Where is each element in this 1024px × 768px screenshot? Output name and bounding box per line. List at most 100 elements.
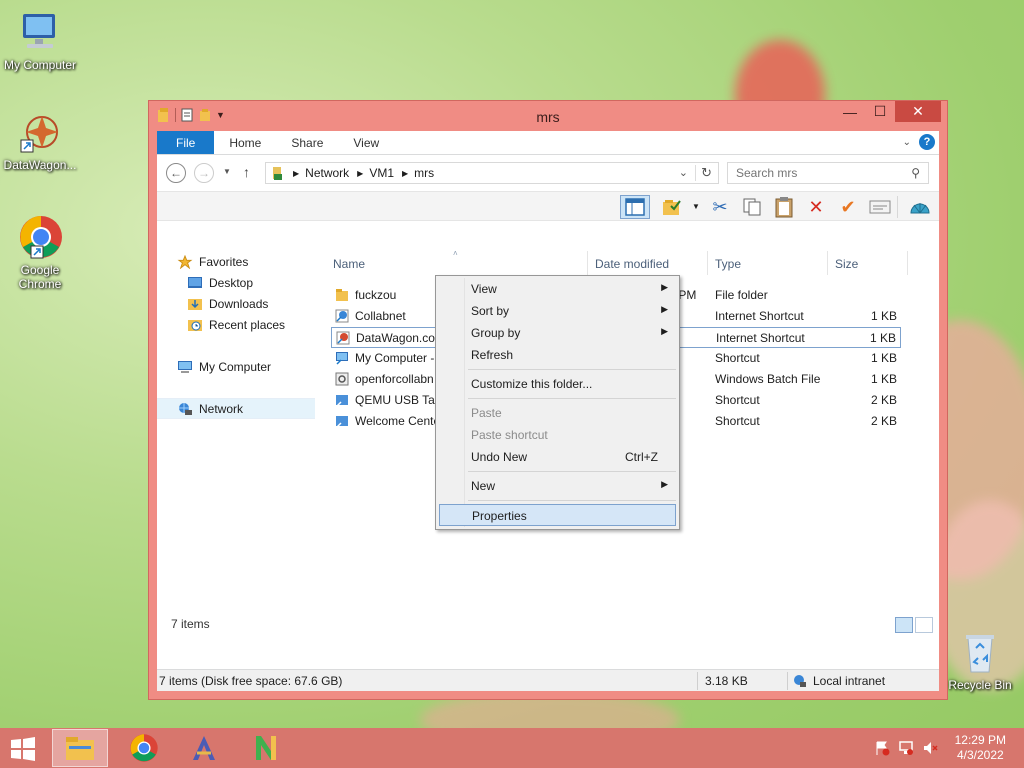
forward-button[interactable]: → xyxy=(194,163,214,183)
preview-pane-button[interactable] xyxy=(620,195,650,219)
menu-item-label: Group by xyxy=(471,326,521,340)
column-header-name[interactable]: Name xyxy=(333,257,365,271)
nav-recent-places[interactable]: Recent places xyxy=(157,314,315,335)
column-divider[interactable] xyxy=(587,251,588,275)
network-share-button[interactable] xyxy=(907,195,933,219)
menu-item-new[interactable]: New ▶ xyxy=(439,475,676,497)
shortcut-icon xyxy=(336,395,348,407)
details-view-button[interactable] xyxy=(895,617,913,633)
menu-item-customize[interactable]: Customize this folder... xyxy=(439,373,676,395)
clipboard-icon xyxy=(775,197,793,218)
close-button[interactable]: ✕ xyxy=(895,101,941,122)
file-type: Shortcut xyxy=(715,393,760,407)
nav-downloads[interactable]: Downloads xyxy=(157,293,315,314)
desktop-icon-chrome[interactable]: Google Chrome xyxy=(0,215,80,291)
file-type: File folder xyxy=(715,288,768,302)
taskbar-file-explorer[interactable] xyxy=(52,729,108,767)
taskbar: 12:29 PM 4/3/2022 xyxy=(0,728,1024,768)
recent-locations-icon[interactable]: ▼ xyxy=(223,167,231,176)
maximize-button[interactable]: ☐ xyxy=(865,101,895,122)
expand-ribbon-icon[interactable]: ⌄ xyxy=(903,137,911,148)
nav-network[interactable]: Network xyxy=(157,398,315,419)
scissors-icon: ✂ xyxy=(712,196,728,217)
desktop-icon-my-computer[interactable]: My Computer xyxy=(0,10,80,72)
tab-home[interactable]: Home xyxy=(214,131,276,154)
volume-muted-icon[interactable] xyxy=(922,740,938,756)
column-header-date[interactable]: Date modified xyxy=(595,257,669,271)
column-divider[interactable] xyxy=(827,251,828,275)
search-input[interactable] xyxy=(736,166,906,180)
network-zone-icon xyxy=(794,675,806,687)
context-menu: View ▶ Sort by ▶ Group by ▶ Refresh Customi… xyxy=(435,275,680,530)
cut-button[interactable]: ✂ xyxy=(707,195,733,219)
address-bar[interactable]: ▶ Network ▶ VM1 ▶ mrs ⌄ ↻ xyxy=(265,162,719,184)
divider xyxy=(697,672,698,690)
minimize-icon: — xyxy=(843,103,857,120)
column-header-type[interactable]: Type xyxy=(715,257,741,271)
status-zone: Local intranet xyxy=(813,674,886,688)
search-box[interactable]: ⚲ xyxy=(727,162,929,184)
menu-item-group-by[interactable]: Group by ▶ xyxy=(439,322,676,344)
tab-view[interactable]: View xyxy=(338,131,394,154)
refresh-icon[interactable]: ↻ xyxy=(701,165,712,181)
menu-item-label: Undo New xyxy=(471,450,528,464)
file-type: Internet Shortcut xyxy=(716,331,805,345)
tab-file[interactable]: File xyxy=(157,131,215,154)
address-dropdown-icon[interactable]: ⌄ xyxy=(679,166,688,179)
menu-item-paste-shortcut[interactable]: Paste shortcut xyxy=(439,424,676,446)
breadcrumb-vm1[interactable]: VM1 xyxy=(369,166,394,180)
action-center-flag-icon[interactable] xyxy=(874,740,890,756)
taskbar-clock[interactable]: 12:29 PM 4/3/2022 xyxy=(955,733,1006,763)
network-tray-icon[interactable] xyxy=(898,740,914,756)
arrow-right-icon: → xyxy=(198,166,210,180)
nav-desktop[interactable]: Desktop xyxy=(157,272,315,293)
copy-icon xyxy=(743,198,761,216)
network-icon xyxy=(179,402,192,415)
menu-item-label: View xyxy=(471,282,497,296)
file-size: 1 KB xyxy=(870,309,897,323)
up-button[interactable]: ↑ xyxy=(243,164,250,180)
chevron-down-icon[interactable]: ▼ xyxy=(692,202,700,211)
file-explorer-icon xyxy=(66,737,94,760)
star-icon xyxy=(177,254,193,269)
menu-item-view[interactable]: View ▶ xyxy=(439,278,676,300)
help-icon[interactable]: ? xyxy=(919,134,935,150)
taskbar-app-a[interactable] xyxy=(176,729,232,767)
column-header-size[interactable]: Size xyxy=(835,257,858,271)
start-button[interactable] xyxy=(8,737,38,761)
column-divider[interactable] xyxy=(907,251,908,275)
properties-button[interactable] xyxy=(867,195,893,219)
delete-button[interactable]: ✕ xyxy=(803,195,829,219)
nav-favorites[interactable]: Favorites xyxy=(157,251,315,272)
nav-my-computer[interactable]: My Computer xyxy=(157,356,315,377)
menu-item-refresh[interactable]: Refresh xyxy=(439,344,676,366)
menu-item-sort-by[interactable]: Sort by ▶ xyxy=(439,300,676,322)
computer-shortcut-icon xyxy=(336,352,348,365)
rename-button[interactable]: ✔ xyxy=(835,195,861,219)
close-icon: ✕ xyxy=(912,103,924,119)
copy-button[interactable] xyxy=(739,195,765,219)
breadcrumb-network[interactable]: Network xyxy=(305,166,349,180)
breadcrumb-mrs[interactable]: mrs xyxy=(414,166,434,180)
folder-options-button[interactable] xyxy=(660,195,686,219)
large-icons-view-button[interactable] xyxy=(915,617,933,633)
menu-item-paste[interactable]: Paste xyxy=(439,402,676,424)
menu-item-label: Paste shortcut xyxy=(471,428,548,442)
desktop-icon-recycle-bin[interactable]: Recycle Bin xyxy=(940,630,1020,692)
recycle-bin-icon xyxy=(957,630,1003,676)
menu-item-properties[interactable]: Properties xyxy=(439,504,676,526)
title-bar[interactable]: ▼ mrs — ☐ ✕ xyxy=(149,101,947,131)
internet-shortcut-icon xyxy=(336,331,350,345)
search-icon[interactable]: ⚲ xyxy=(911,166,920,180)
chrome-icon xyxy=(130,734,158,762)
menu-item-undo-new[interactable]: Undo New Ctrl+Z xyxy=(439,446,676,468)
column-divider[interactable] xyxy=(707,251,708,275)
taskbar-app-n[interactable] xyxy=(238,729,294,767)
recent-places-icon xyxy=(188,319,202,331)
tab-share[interactable]: Share xyxy=(276,131,338,154)
minimize-button[interactable]: — xyxy=(835,101,865,122)
back-button[interactable]: ← xyxy=(166,163,186,183)
taskbar-chrome[interactable] xyxy=(116,729,172,767)
desktop-icon-datawagon[interactable]: DataWagon... xyxy=(0,110,80,172)
paste-button[interactable] xyxy=(771,195,797,219)
